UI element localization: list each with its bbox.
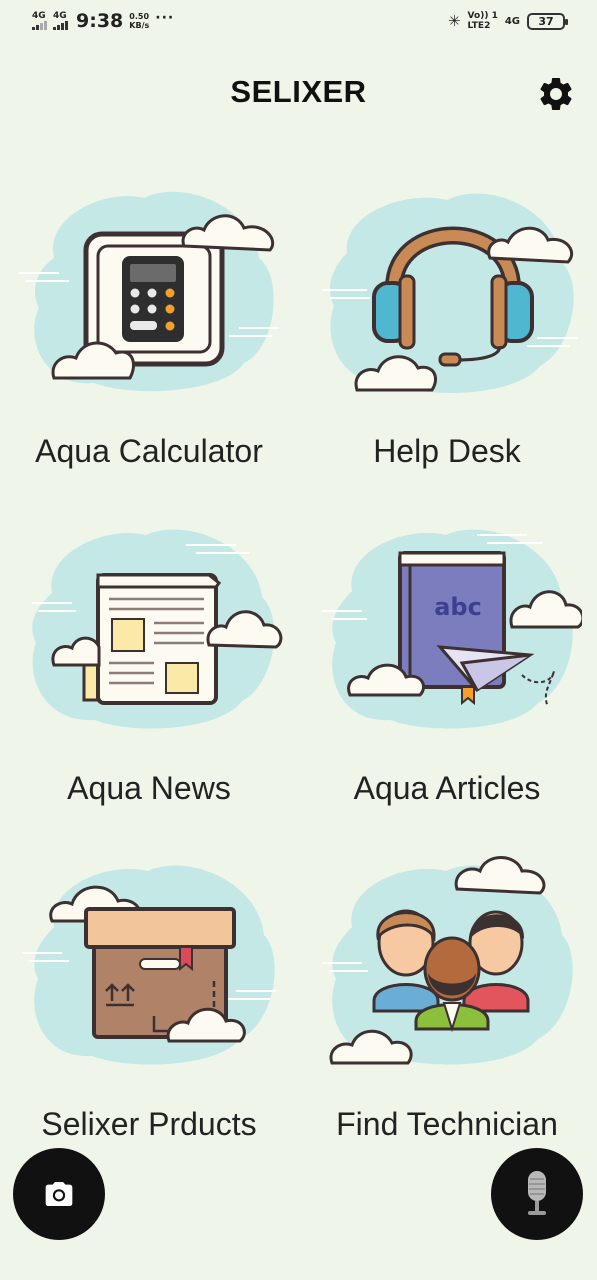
tile-label: Aqua Calculator [35, 433, 263, 469]
network-type: 4G [504, 15, 520, 27]
headphones-icon [322, 193, 578, 394]
tile-help-desk[interactable]: Help Desk [302, 178, 592, 498]
people-icon [322, 856, 573, 1065]
microphone-icon [528, 1171, 546, 1215]
tile-aqua-calculator[interactable]: Aqua Calculator [4, 178, 294, 498]
book-cover-text: abc [434, 593, 482, 621]
battery-level: 37 [538, 14, 554, 28]
sim1-network-label: 4G [32, 11, 46, 21]
page-title: SELIXER [230, 74, 367, 109]
status-bar: 4G 4G 9:38 0.50 KB/s ··· ✳ Vo)) 1 LTE2 4… [0, 0, 597, 44]
clock: 9:38 [76, 10, 124, 32]
book-icon: abc [322, 529, 582, 729]
tile-selixer-products[interactable]: Selixer Prducts [4, 851, 294, 1171]
tile-label: Aqua Articles [353, 770, 541, 806]
camera-icon [45, 1182, 73, 1206]
newspaper-icon [32, 529, 283, 729]
calculator-icon [19, 191, 279, 392]
speed-unit: KB/s [129, 21, 150, 30]
lte-label: LTE2 [467, 21, 491, 31]
sim2-network-label: 4G [53, 11, 67, 21]
more-notifications-icon: ··· [155, 10, 175, 26]
settings-button[interactable] [536, 74, 576, 114]
tile-find-technician[interactable]: Find Technician [302, 851, 592, 1171]
tile-aqua-news[interactable]: Aqua News [4, 515, 294, 835]
speed-value: 0.50 [129, 12, 150, 21]
bluetooth-icon: ✳ [447, 12, 461, 30]
volte-indicator: Vo)) 1 LTE2 [468, 11, 498, 31]
tile-aqua-articles[interactable]: abc Aqua Articles [302, 515, 592, 835]
camera-button[interactable] [13, 1148, 105, 1240]
signal-icon [32, 21, 47, 30]
tile-label: Selixer Prducts [41, 1106, 257, 1142]
volte-label: Vo)) 1 [467, 11, 498, 21]
signal-icon [53, 21, 68, 30]
package-box-icon [22, 865, 276, 1065]
battery-icon: 37 [527, 12, 568, 30]
voice-search-button[interactable] [491, 1148, 583, 1240]
tile-label: Find Technician [336, 1106, 558, 1142]
sim1-signal: 4G [32, 12, 47, 30]
gear-icon [540, 77, 572, 110]
tile-label: Help Desk [373, 433, 521, 469]
tile-label: Aqua News [67, 770, 231, 806]
sim2-signal: 4G [53, 12, 68, 30]
network-speed: 0.50 KB/s [129, 12, 149, 30]
